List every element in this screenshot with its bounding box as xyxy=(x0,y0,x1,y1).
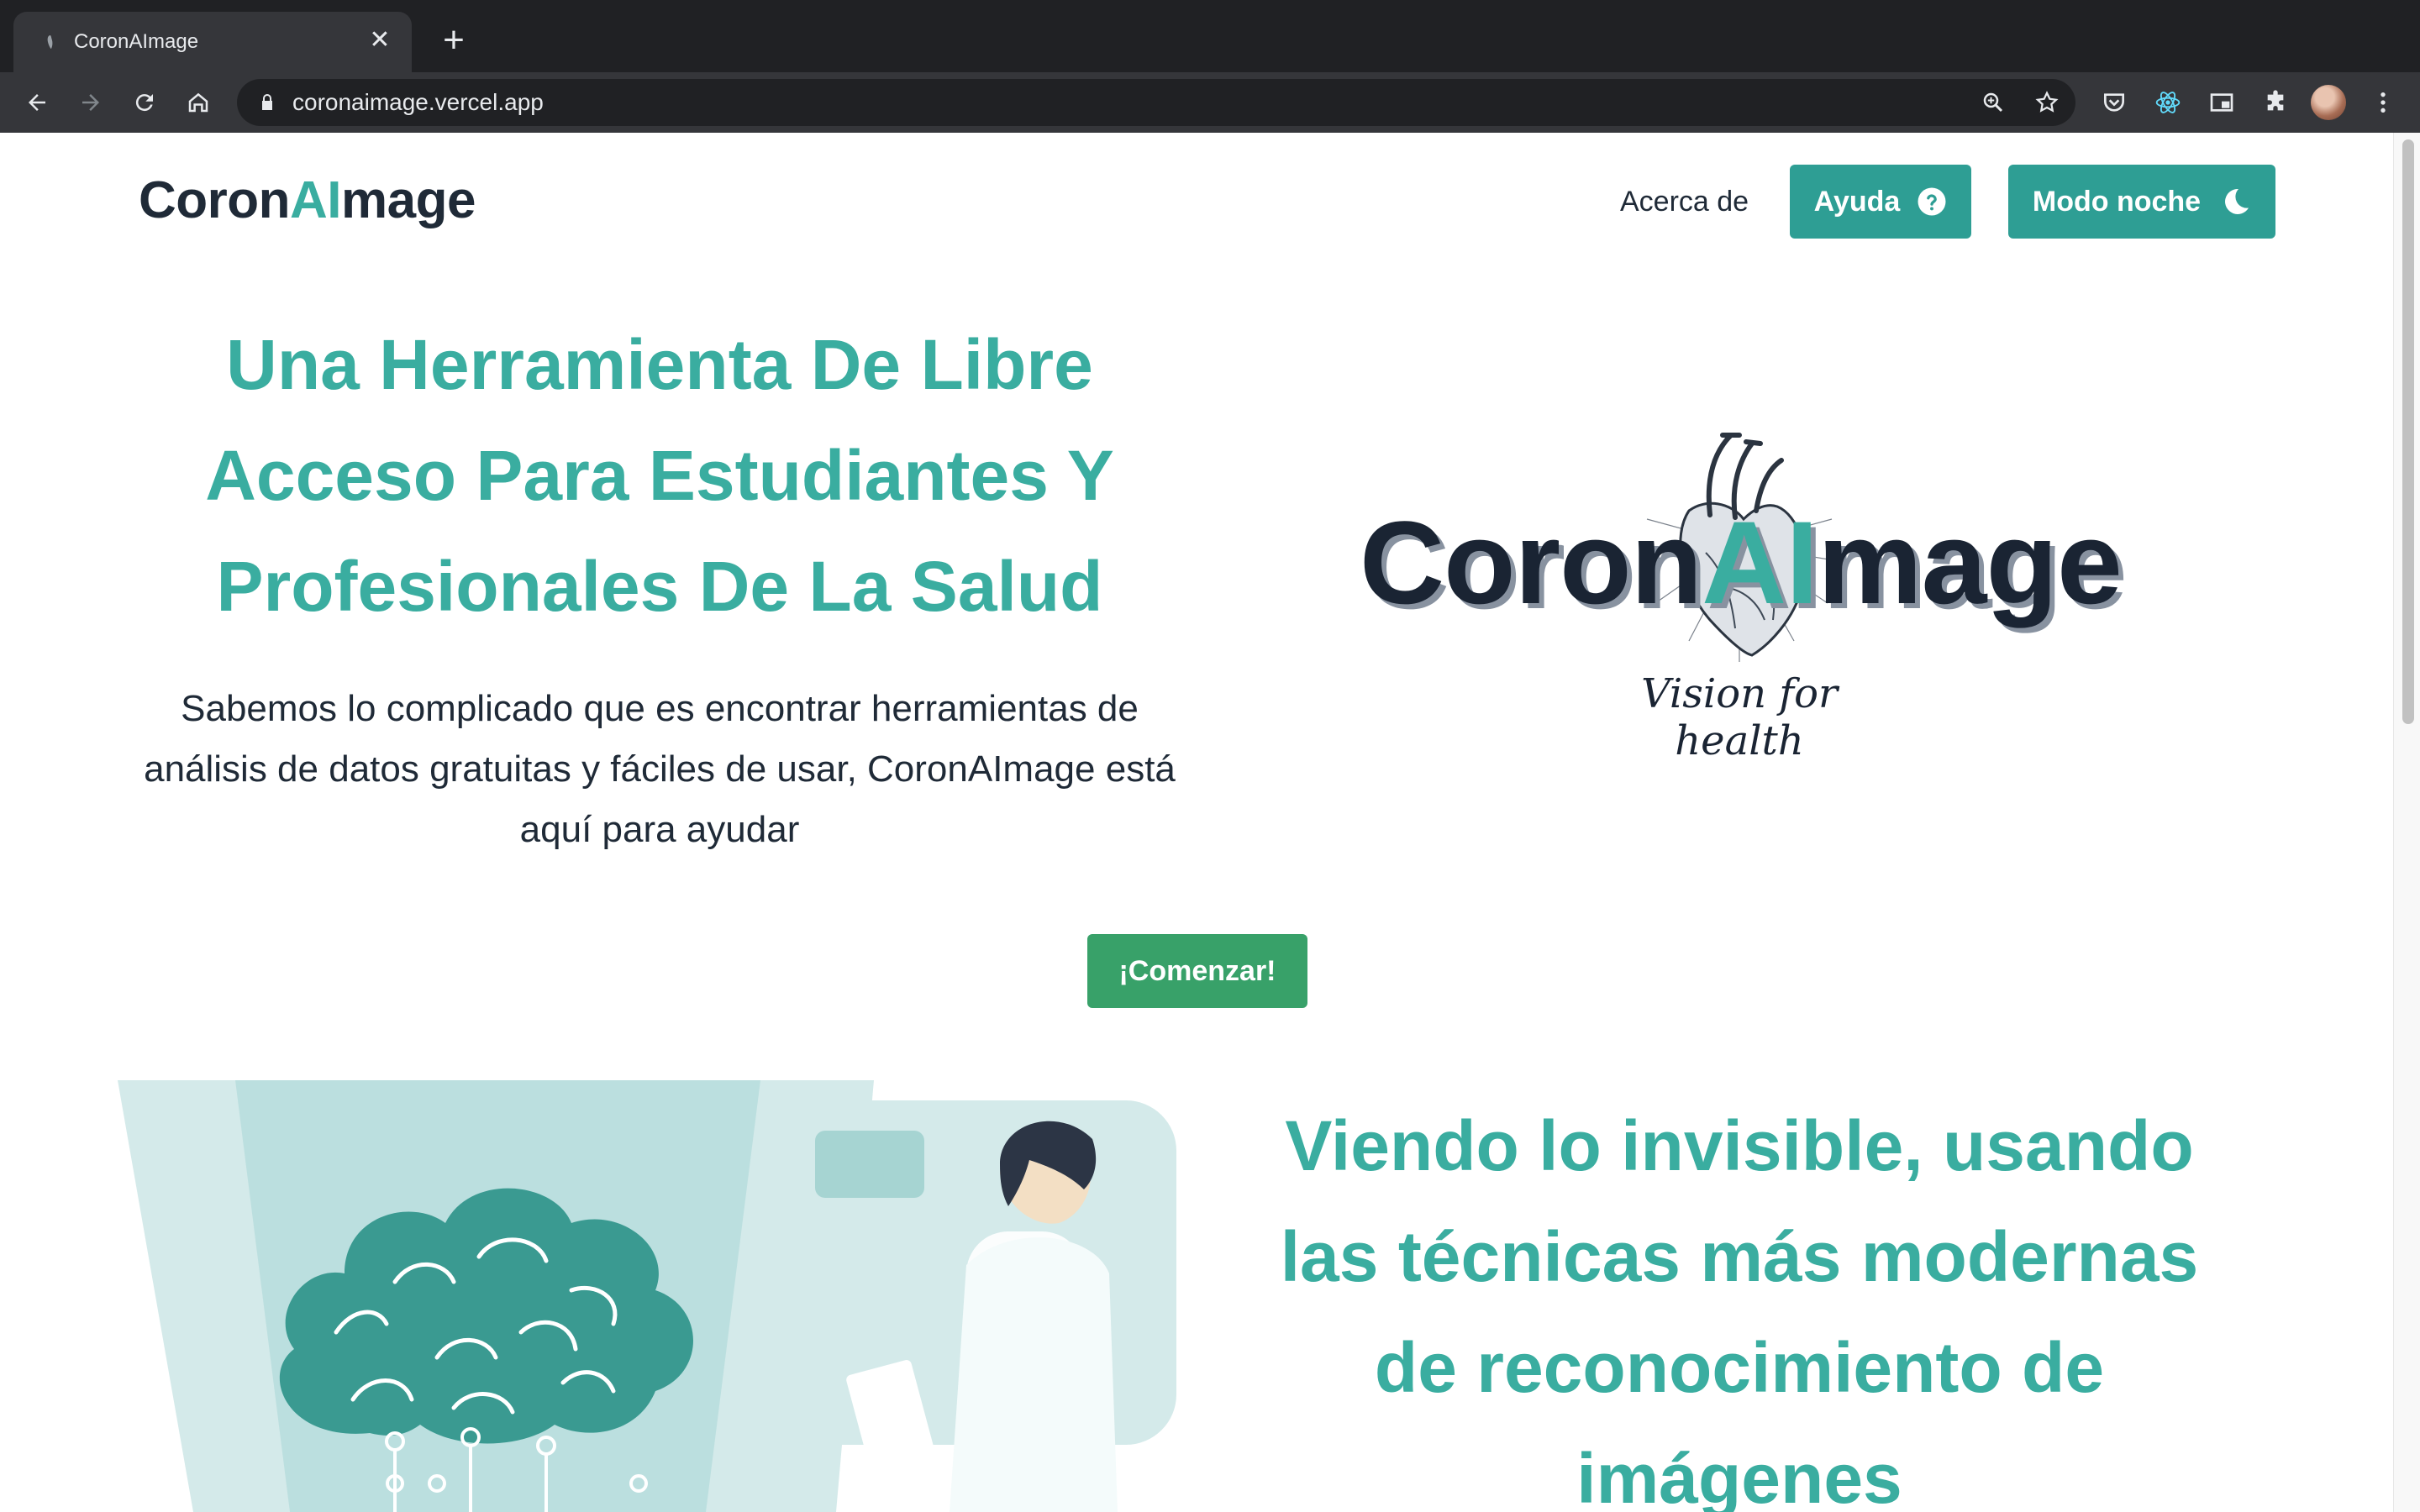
browser-tab-strip: CoronAImage ✕ + xyxy=(0,0,2420,72)
question-circle-icon xyxy=(1918,187,1946,216)
extensions-puzzle-icon[interactable] xyxy=(2257,84,2294,121)
back-icon[interactable] xyxy=(18,84,55,121)
brand-logo[interactable]: CoronAImage xyxy=(139,171,476,231)
profile-avatar[interactable] xyxy=(2311,85,2346,120)
hero-description: Sabemos lo complicado que es encontrar h… xyxy=(144,688,1176,850)
scrollbar-thumb[interactable] xyxy=(2402,139,2414,724)
moon-icon xyxy=(2225,188,2249,214)
logo-suffix: mage xyxy=(1818,496,2123,628)
address-bar[interactable]: coronaimage.vercel.app xyxy=(237,79,2075,126)
help-button[interactable]: Ayuda xyxy=(1790,165,1971,239)
lock-icon xyxy=(262,94,272,110)
close-tab-icon[interactable]: ✕ xyxy=(366,27,393,54)
hero-title: Una Herramienta De Libre Acceso Para Est… xyxy=(205,325,1114,626)
logo-prefix: Coron xyxy=(1360,496,1702,628)
section-title: Viendo lo invisible, usando las técnicas… xyxy=(1280,1106,2199,1512)
logo-tagline: Vision for health xyxy=(1641,670,1838,764)
brand-suffix: mage xyxy=(341,171,476,229)
forward-icon[interactable] xyxy=(72,84,109,121)
picture-in-picture-icon[interactable] xyxy=(2203,84,2240,121)
brain-scan-illustration xyxy=(118,1080,1176,1512)
browser-tab[interactable]: CoronAImage ✕ xyxy=(13,12,412,72)
brand-ai: AI xyxy=(290,171,342,229)
tab-title: CoronAImage xyxy=(74,30,199,53)
night-mode-button[interactable]: Modo noche xyxy=(2008,165,2275,239)
zoom-icon[interactable] xyxy=(1978,87,2008,118)
page-viewport: CoronAImage Acerca de Ayuda Modo noche U… xyxy=(0,133,2393,1512)
bookmark-star-icon[interactable] xyxy=(2032,87,2062,118)
start-button[interactable]: ¡Comenzar! xyxy=(1087,934,1307,1008)
logo-ai: AI xyxy=(1702,496,1818,628)
brand-prefix: Coron xyxy=(139,171,291,229)
menu-kebab-icon[interactable] xyxy=(2365,84,2402,121)
browser-toolbar: coronaimage.vercel.app xyxy=(0,72,2420,133)
page-scrollbar[interactable] xyxy=(2393,133,2420,1512)
new-tab-icon[interactable]: + xyxy=(437,22,471,59)
favicon-icon xyxy=(47,35,53,49)
night-mode-button-label: Modo noche xyxy=(2032,185,2202,218)
react-devtools-icon[interactable] xyxy=(2149,84,2186,121)
reload-icon[interactable] xyxy=(126,84,163,121)
pocket-icon[interactable] xyxy=(2096,84,2133,121)
logo-wordmark: CoronAImage xyxy=(1360,496,2123,630)
home-icon[interactable] xyxy=(180,84,217,121)
hero-logo: CoronAImage Vision for health xyxy=(1344,418,2123,764)
nav-link-about[interactable]: Acerca de xyxy=(1620,185,1749,218)
url-text: coronaimage.vercel.app xyxy=(292,89,544,115)
help-button-label: Ayuda xyxy=(1813,185,1901,218)
